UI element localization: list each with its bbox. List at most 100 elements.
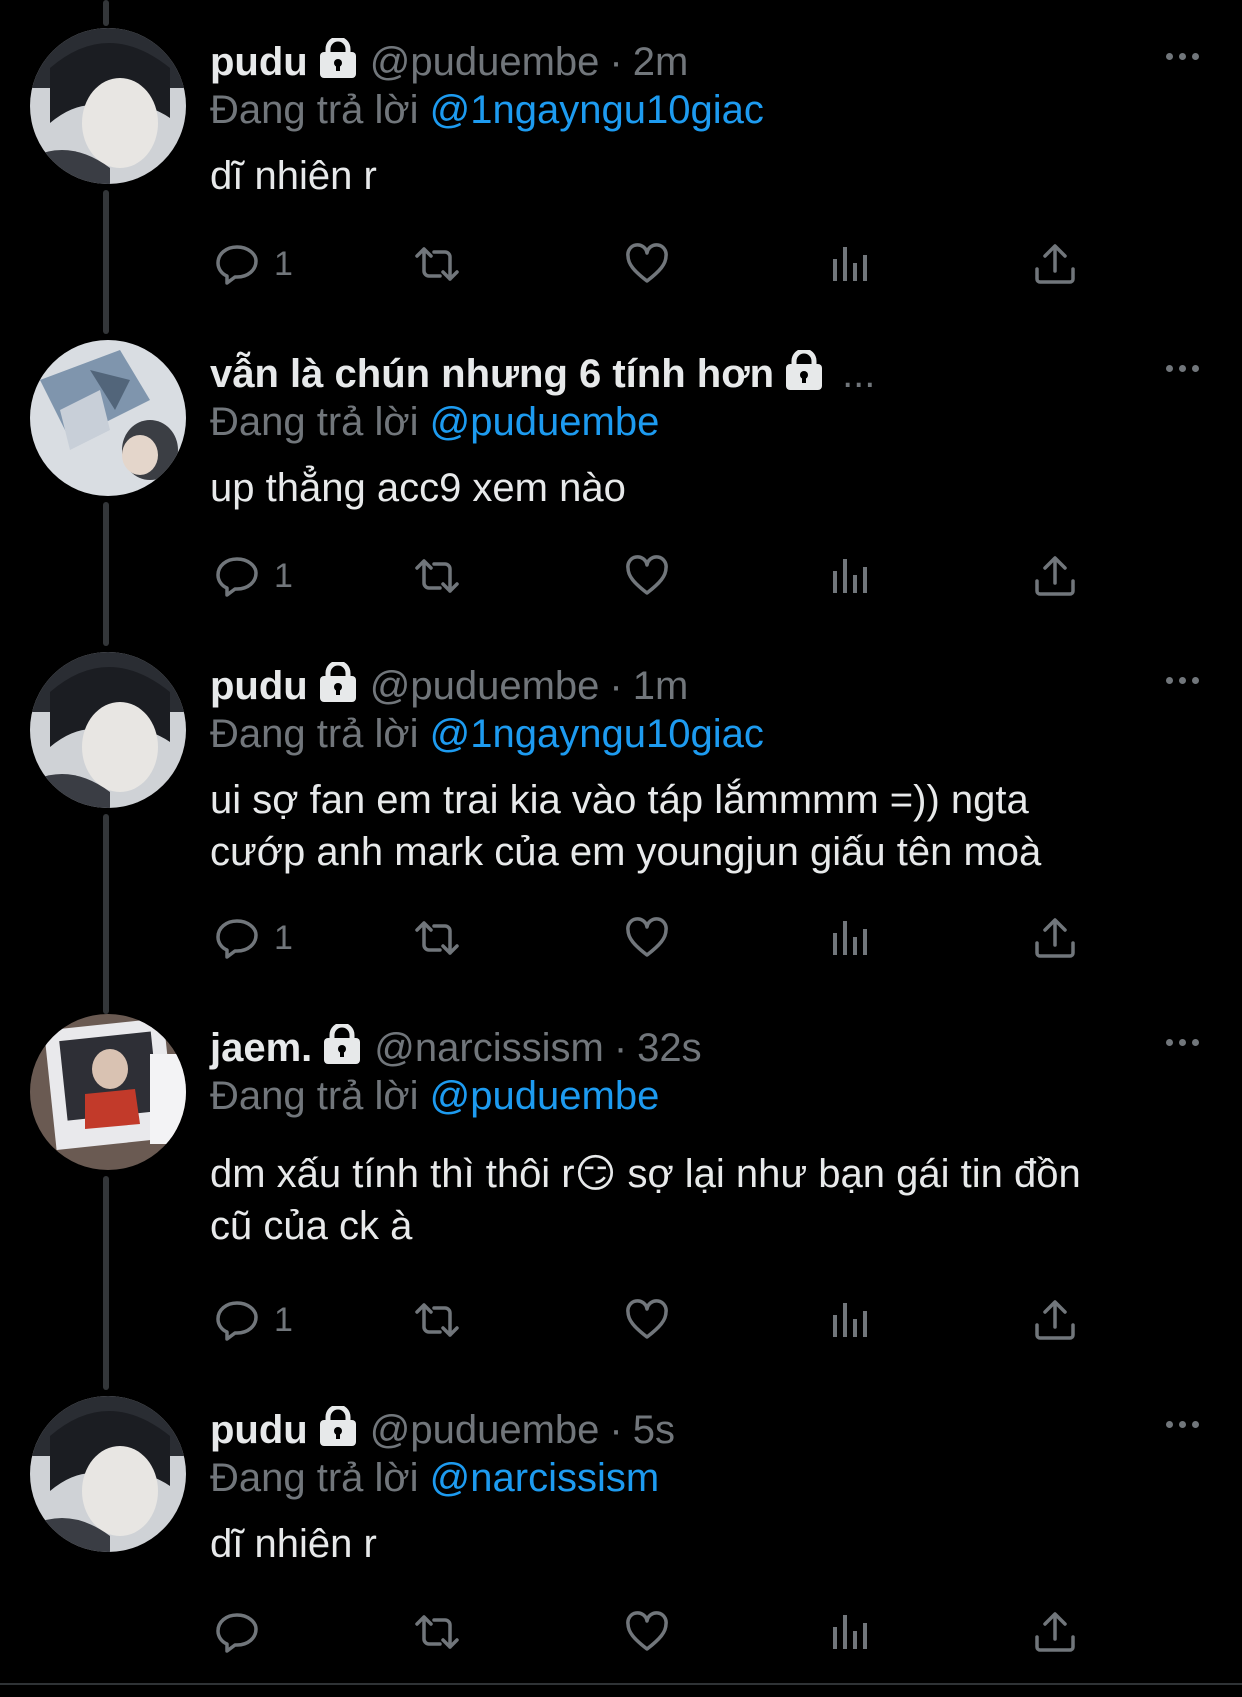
lock-icon xyxy=(318,36,358,80)
like-icon xyxy=(626,243,668,283)
reply-button[interactable]: 1 xyxy=(214,234,293,294)
retweet-icon xyxy=(415,921,459,955)
replying-to-link[interactable]: @narcissism xyxy=(430,1456,660,1500)
retweet-button[interactable] xyxy=(414,234,460,294)
thread-line-top xyxy=(103,0,109,26)
reply-count: 1 xyxy=(274,1300,293,1339)
share-icon xyxy=(1035,918,1075,958)
lock-icon xyxy=(784,348,824,392)
tweet-text: up thẳng acc9 xem nào xyxy=(210,466,626,510)
divider xyxy=(0,1683,1242,1685)
tweet-text: dĩ nhiên r xyxy=(210,154,377,198)
views-button[interactable] xyxy=(828,546,874,606)
share-button[interactable] xyxy=(1032,1602,1078,1662)
replying-to: Đang trả lời @1ngayngu10giac xyxy=(210,706,764,762)
replying-to-label: Đang trả lời xyxy=(210,1456,419,1500)
like-button[interactable] xyxy=(624,1602,670,1662)
replying-to: Đang trả lời @puduembe xyxy=(210,1068,659,1124)
tweet-text-line: ui sợ fan em trai kia vào táp lắmmmm =))… xyxy=(210,778,1029,822)
tweet-text: dĩ nhiên r xyxy=(210,1522,377,1566)
like-button[interactable] xyxy=(624,908,670,968)
replying-to-label: Đang trả lời xyxy=(210,1074,419,1118)
more-options-icon[interactable] xyxy=(1162,46,1202,66)
retweet-button[interactable] xyxy=(414,1602,460,1662)
tweet-text-line: dm xấu tính thì thôi r😏 sợ lại như bạn g… xyxy=(210,1152,1081,1196)
retweet-icon xyxy=(415,559,459,593)
reply-count: 1 xyxy=(274,918,293,957)
more-options-icon[interactable] xyxy=(1162,1414,1202,1434)
retweet-icon xyxy=(415,247,459,281)
like-icon xyxy=(626,1611,668,1651)
share-button[interactable] xyxy=(1032,546,1078,606)
share-button[interactable] xyxy=(1032,234,1078,294)
replying-to: Đang trả lời @puduembe xyxy=(210,394,659,450)
views-button[interactable] xyxy=(828,1602,874,1662)
reply-icon xyxy=(216,557,258,597)
reply-count: 1 xyxy=(274,244,293,283)
tweet[interactable]: jaem. @narcissism · 32s Đang trả lời @pu… xyxy=(0,1014,1242,1374)
avatar-user[interactable] xyxy=(30,340,186,496)
more-options-icon[interactable] xyxy=(1162,670,1202,690)
reply-icon xyxy=(216,919,258,959)
avatar-jaem[interactable] xyxy=(30,1014,186,1170)
replying-to-link[interactable]: @puduembe xyxy=(430,1074,660,1118)
avatar-pudu[interactable] xyxy=(30,28,186,184)
replying-to-link[interactable]: @puduembe xyxy=(430,400,660,444)
reply-icon xyxy=(216,1301,258,1341)
avatar-pudu[interactable] xyxy=(30,1396,186,1552)
retweet-button[interactable] xyxy=(414,1290,460,1350)
replying-to-label: Đang trả lời xyxy=(210,88,419,132)
replying-to: Đang trả lời @1ngayngu10giac xyxy=(210,82,764,138)
tweet-actions: 1 xyxy=(210,908,1110,968)
tweet-text-line: cướp anh mark của em youngjun giấu tên m… xyxy=(210,830,1042,874)
more-options-icon[interactable] xyxy=(1162,1032,1202,1052)
tweet[interactable]: vẫn là chún nhưng 6 tính hơn ... Đang tr… xyxy=(0,340,1242,630)
tweet[interactable]: pudu @puduembe · 5s Đang trả lời @narcis… xyxy=(0,1396,1242,1682)
tweet-text: dm xấu tính thì thôi r😏 sợ lại như bạn g… xyxy=(210,1148,1210,1252)
views-icon xyxy=(833,921,867,955)
replying-to-link[interactable]: @1ngayngu10giac xyxy=(430,88,764,132)
share-icon xyxy=(1035,556,1075,596)
share-icon xyxy=(1035,1300,1075,1340)
views-button[interactable] xyxy=(828,1290,874,1350)
replying-to-label: Đang trả lời xyxy=(210,400,419,444)
reply-button[interactable]: 1 xyxy=(214,1290,293,1350)
views-button[interactable] xyxy=(828,234,874,294)
views-icon xyxy=(833,1615,867,1649)
reply-icon xyxy=(216,245,258,285)
share-icon xyxy=(1035,244,1075,284)
tweet-text: ui sợ fan em trai kia vào táp lắmmmm =))… xyxy=(210,774,1210,878)
tweet-actions: 1 xyxy=(210,1290,1110,1350)
tweet-text-line: cũ của ck à xyxy=(210,1204,413,1248)
views-button[interactable] xyxy=(828,908,874,968)
more-options-icon[interactable] xyxy=(1162,358,1202,378)
replying-to: Đang trả lời @narcissism xyxy=(210,1450,659,1506)
replying-to-link[interactable]: @1ngayngu10giac xyxy=(430,712,764,756)
lock-icon xyxy=(322,1022,362,1066)
like-button[interactable] xyxy=(624,234,670,294)
views-icon xyxy=(833,559,867,593)
tweet-actions: 1 xyxy=(210,234,1110,294)
like-icon xyxy=(626,555,668,595)
avatar-pudu[interactable] xyxy=(30,652,186,808)
retweet-icon xyxy=(415,1303,459,1337)
lock-icon xyxy=(318,660,358,704)
truncation-ellipsis: ... xyxy=(842,352,876,396)
retweet-button[interactable] xyxy=(414,546,460,606)
reply-button[interactable]: 1 xyxy=(214,546,293,606)
tweet[interactable]: pudu @puduembe · 2m Đang trả lời @1ngayn… xyxy=(0,28,1242,318)
share-button[interactable] xyxy=(1032,908,1078,968)
views-icon xyxy=(833,247,867,281)
reply-button[interactable]: 1 xyxy=(214,908,293,968)
like-button[interactable] xyxy=(624,1290,670,1350)
share-button[interactable] xyxy=(1032,1290,1078,1350)
retweet-button[interactable] xyxy=(414,908,460,968)
retweet-icon xyxy=(415,1615,459,1649)
reply-button[interactable] xyxy=(214,1602,274,1662)
like-icon xyxy=(626,917,668,957)
views-icon xyxy=(833,1303,867,1337)
tweet[interactable]: pudu @puduembe · 1m Đang trả lời @1ngayn… xyxy=(0,652,1242,992)
like-button[interactable] xyxy=(624,546,670,606)
share-icon xyxy=(1035,1612,1075,1652)
reply-count: 1 xyxy=(274,556,293,595)
